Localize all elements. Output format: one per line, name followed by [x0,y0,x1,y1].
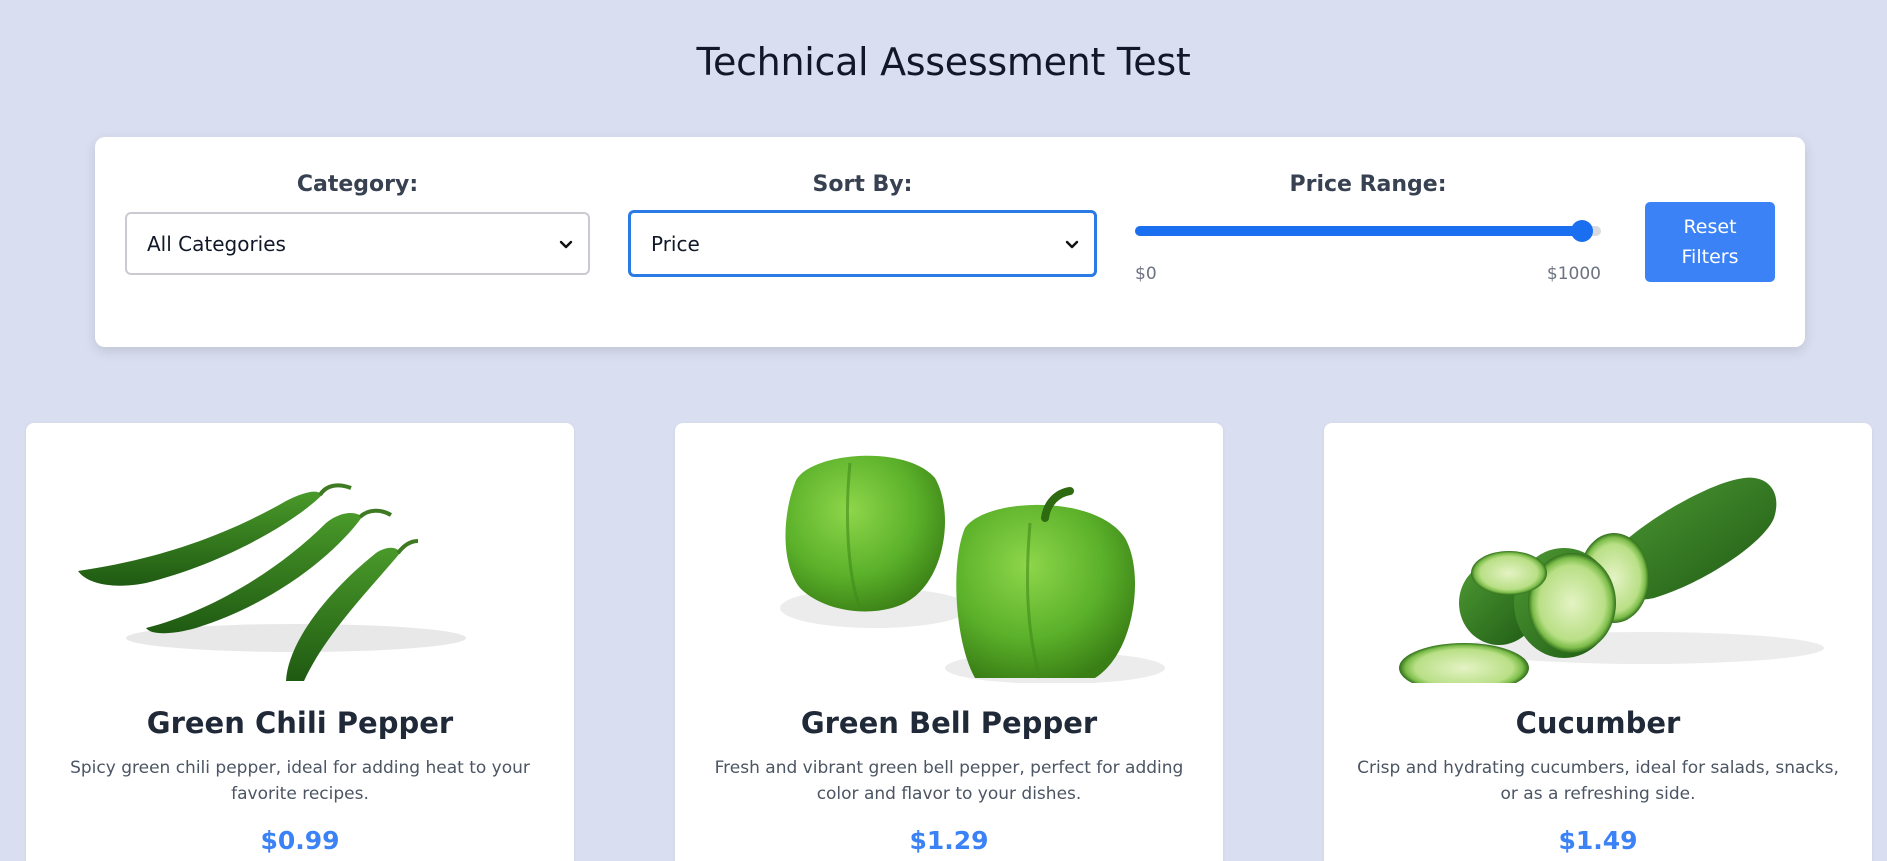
page-title: Technical Assessment Test [696,40,1191,84]
product-name: Green Bell Pepper [800,706,1098,740]
price-range-fill [1135,226,1583,236]
category-selected-value: All Categories [147,231,286,256]
sort-select[interactable]: Price [628,210,1097,277]
filter-panel: Category: All Categories Sort By: Price … [95,137,1805,347]
green-bell-pepper-image [780,455,1165,683]
product-price: $1.49 [1558,826,1638,855]
product-price: $1.29 [909,826,989,855]
product-description: Crisp and hydrating cucumbers, ideal for… [1357,758,1839,804]
green-chili-pepper-image [78,483,466,681]
product-description: Fresh and vibrant green bell pepper, per… [714,758,1184,804]
product-card[interactable]: Green Chili Pepper Spicy green chili pep… [26,423,574,861]
chevron-down-icon [1065,240,1079,248]
product-name: Cucumber [1515,706,1681,740]
product-card[interactable]: Green Bell Pepper Fresh and vibrant gree… [675,423,1223,861]
price-range-filter: Price Range: $0 $1000 [1135,137,1601,347]
price-range-thumb[interactable] [1571,220,1594,242]
cucumber-image [1399,477,1824,683]
chevron-down-icon [559,240,573,248]
product-price: $0.99 [260,826,340,855]
reset-filters-button[interactable]: Reset Filters [1645,202,1775,282]
product-description: Spicy green chili pepper, ideal for addi… [70,758,530,804]
sort-label: Sort By: [812,172,913,197]
price-range-min: $0 [1135,264,1157,284]
price-range-slider[interactable] [1135,220,1601,242]
sort-selected-value: Price [651,231,700,256]
price-range-max: $1000 [1546,264,1601,284]
category-label: Category: [296,172,419,197]
price-range-label: Price Range: [1289,172,1447,197]
product-card[interactable]: Cucumber Crisp and hydrating cucumbers, … [1324,423,1872,861]
category-select[interactable]: All Categories [125,212,590,275]
product-name: Green Chili Pepper [146,706,454,740]
